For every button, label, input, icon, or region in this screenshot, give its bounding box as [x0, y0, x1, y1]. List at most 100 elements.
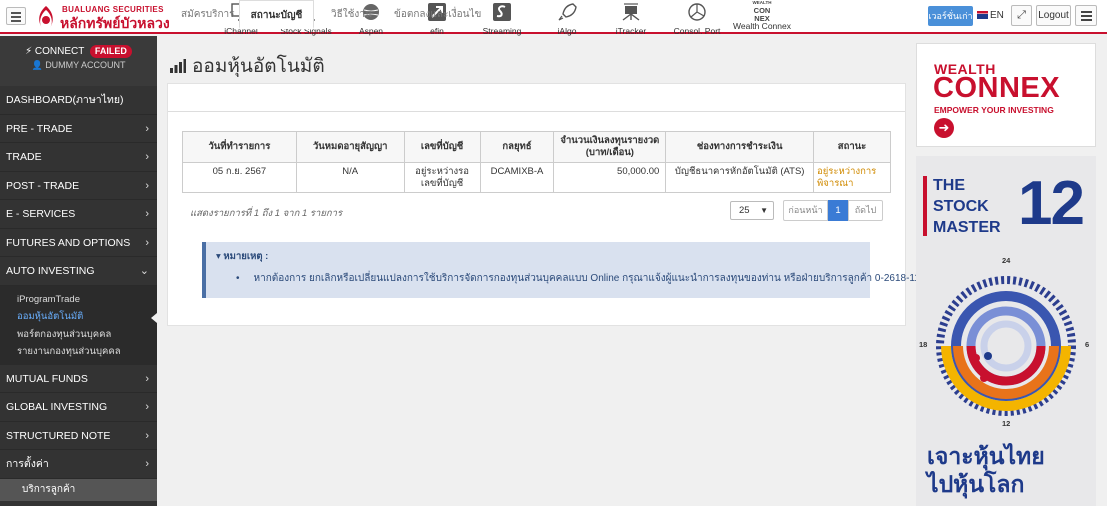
sidebar-item-6[interactable]: AUTO INVESTING ⌄ [0, 257, 157, 286]
sidebar-item-0[interactable]: DASHBOARD(ภาษาไทย) [0, 86, 157, 115]
chevron-icon: › [145, 151, 149, 163]
sidebar: ⚡ CONNECT FAILED 👤 DUMMY ACCOUNT DASHBOA… [0, 36, 157, 506]
cell-payment-channel: บัญชีธนาคารหักอัตโนมัติ (ATS) [665, 162, 815, 193]
streaming-icon [493, 3, 511, 21]
caret-down-icon: ▾ [216, 251, 221, 262]
sidebar-item-label: PRE - TRADE [6, 122, 73, 135]
remark-title: หมายเหตุ : [223, 251, 269, 262]
sidebar-item-7[interactable]: MUTUAL FUNDS › [0, 365, 157, 393]
lightning-icon: ⚡ [25, 46, 33, 57]
pie-icon [688, 3, 706, 21]
uk-flag-icon [977, 11, 988, 19]
chevron-icon: › [145, 179, 149, 192]
old-version-button[interactable]: เวอร์ชั่นเก่า [928, 6, 973, 26]
sidebar-item-3[interactable]: POST - TRADE › [0, 172, 157, 200]
logout-button[interactable]: Logout [1036, 5, 1071, 26]
connect-label: CONNECT [34, 46, 85, 57]
sidebar-item-label: การตั้งค่า [6, 458, 49, 470]
sidebar-toggle-button[interactable] [6, 7, 26, 25]
fullscreen-button[interactable]: ⤢ [1011, 5, 1032, 26]
sidebar-item-label: DASHBOARD(ภาษาไทย) [6, 94, 124, 106]
sidebar-item-9[interactable]: STRUCTURED NOTE › [0, 422, 157, 450]
sidebar-item-5[interactable]: FUTURES AND OPTIONS › [0, 229, 157, 257]
arrow-right-icon: ➜ [934, 118, 954, 138]
tool-streaming[interactable]: Streaming [481, 0, 523, 36]
chevron-icon: › [145, 429, 149, 442]
cell-transaction-date: 05 ก.ย. 2567 [182, 162, 297, 193]
cell-account-number: อยู่ระหว่างรอเลขที่บัญชี [403, 162, 481, 193]
tool-consol-port[interactable]: Consol. Port [673, 0, 721, 36]
col-account-number[interactable]: เลขที่บัญชี [403, 131, 481, 163]
remark-item: หากต้องการ ยกเลิกหรือเปลี่ยนแปลงการใช้บร… [236, 271, 930, 286]
chevron-icon: › [145, 401, 149, 413]
connect-status-badge: FAILED [89, 45, 132, 58]
account-status-panel: ⚡ CONNECT FAILED 👤 DUMMY ACCOUNT [0, 36, 157, 86]
tab-terms-conditions[interactable]: ข้อตกลงและเงื่อนไข [394, 0, 481, 29]
sidebar-item-2[interactable]: TRADE › [0, 143, 157, 172]
chevron-down-icon: ▼ [760, 206, 768, 215]
auto-investing-submenu: iProgramTrade ออมหุ้นอัตโนมัติ พอร์ตกองทุน… [0, 285, 157, 365]
submenu-item-2[interactable]: พอร์ตกองทุนส่วนบุคคล [0, 326, 157, 344]
tab-register[interactable]: สมัครบริการ [181, 0, 235, 29]
cell-contract-expiry: N/A [295, 162, 405, 193]
page-size-select[interactable]: 25 ▼ [730, 201, 774, 220]
stock-master-banner[interactable]: THE STOCK MASTER 12 24 18 6 12 เจาะหุ้นไ… [916, 156, 1096, 506]
sidebar-item-4[interactable]: E - SERVICES › [0, 200, 157, 229]
sidebar-item-label: GLOBAL INVESTING [6, 401, 108, 413]
sidebar-item-label: AUTO INVESTING [6, 265, 95, 277]
sidebar-item-label: TRADE [6, 151, 42, 163]
submenu-item-1[interactable]: ออมหุ้นอัตโนมัติ [0, 308, 157, 326]
main-menu-button[interactable] [1075, 5, 1097, 26]
cell-strategy: DCAMIXB-A [479, 162, 555, 193]
table-info-text: แสดงรายการที่ 1 ถึง 1 จาก 1 รายการ [190, 208, 343, 219]
tool-ialgo[interactable]: iAlgo [555, 0, 579, 36]
col-contract-expiry[interactable]: วันหมดอายุสัญญา [295, 131, 405, 163]
col-status[interactable]: สถานะ [813, 131, 891, 163]
sidebar-item-customer-service[interactable]: บริการลูกค้า [0, 478, 157, 501]
submenu-item-0[interactable]: iProgramTrade [0, 291, 157, 309]
account-name: DUMMY ACCOUNT [45, 60, 126, 70]
sidebar-item-label: POST - TRADE [6, 179, 80, 192]
active-indicator [151, 313, 157, 323]
sidebar-item-label: STRUCTURED NOTE [6, 429, 111, 442]
tab-how-to-use[interactable]: วิธีใช้งาน [331, 0, 372, 29]
cell-status: อยู่ระหว่างการพิจารณา [813, 162, 891, 193]
top-bar: BUALUANG SECURITIES หลักทรัพย์บัวหลวง iC… [0, 0, 1107, 36]
next-page-button[interactable]: ถัดไป [848, 200, 883, 221]
chevron-icon: › [145, 122, 149, 135]
sidebar-item-label: MUTUAL FUNDS [6, 372, 88, 385]
clock-chart-graphic-icon [936, 276, 1076, 416]
prev-page-button[interactable]: ก่อนหน้า [783, 200, 828, 221]
table-row: 05 ก.ย. 2567 N/A อยู่ระหว่างรอเลขที่บัญช… [182, 162, 891, 193]
col-payment-channel[interactable]: ช่องทางการชำระเงิน [665, 131, 815, 163]
col-installment-amount[interactable]: จำนวนเงินลงทุนรายงวด (บาท/เดือน) [553, 131, 667, 163]
sidebar-item-10[interactable]: การตั้งค่า › [0, 450, 157, 479]
sidebar-item-label: E - SERVICES [6, 208, 76, 220]
sidebar-item-8[interactable]: GLOBAL INVESTING › [0, 393, 157, 422]
wealth-connex-banner[interactable]: WEALTH CONNEX EMPOWER YOUR INVESTING ➜ [916, 43, 1096, 147]
page-1-button[interactable]: 1 [828, 200, 848, 221]
account-status-table: วันที่ทำรายการ วันหมดอายุสัญญา เลขที่บัญ… [182, 131, 891, 193]
cell-installment-amount: 50,000.00 [553, 162, 667, 193]
wealth-connex-icon: WEALTH CON NEX [752, 0, 772, 23]
page-title: ออมหุ้นอัตโนมัติ [170, 51, 325, 81]
tool-itracker[interactable]: iTracker [614, 0, 648, 36]
col-strategy[interactable]: กลยุทธ์ [479, 131, 555, 163]
tab-account-status[interactable]: สถานะบัญชี [239, 0, 314, 29]
brand-thai-name: หลักทรัพย์บัวหลวง [60, 15, 170, 31]
chevron-icon: › [145, 208, 149, 220]
tool-wealth-connex[interactable]: WEALTH CON NEX Wealth Connex [733, 0, 791, 34]
remark-box: ▾ หมายเหตุ : หากต้องการ ยกเลิกหรือเปลี่ย… [202, 242, 929, 298]
chevron-icon: ⌄ [139, 265, 149, 277]
chevron-icon: › [145, 372, 149, 385]
expand-icon: ⤢ [1017, 9, 1026, 21]
table-header-row: วันที่ทำรายการ วันหมดอายุสัญญา เลขที่บัญ… [182, 131, 891, 163]
tracker-icon [622, 3, 640, 21]
col-transaction-date[interactable]: วันที่ทำรายการ [182, 131, 297, 163]
chevron-icon: › [145, 236, 149, 249]
language-en-toggle[interactable]: EN [977, 10, 1004, 21]
chevron-icon: › [145, 458, 149, 470]
submenu-item-3[interactable]: รายงานกองทุนส่วนบุคคล [0, 343, 157, 361]
bar-chart-icon [170, 59, 186, 73]
sidebar-item-1[interactable]: PRE - TRADE › [0, 115, 157, 143]
